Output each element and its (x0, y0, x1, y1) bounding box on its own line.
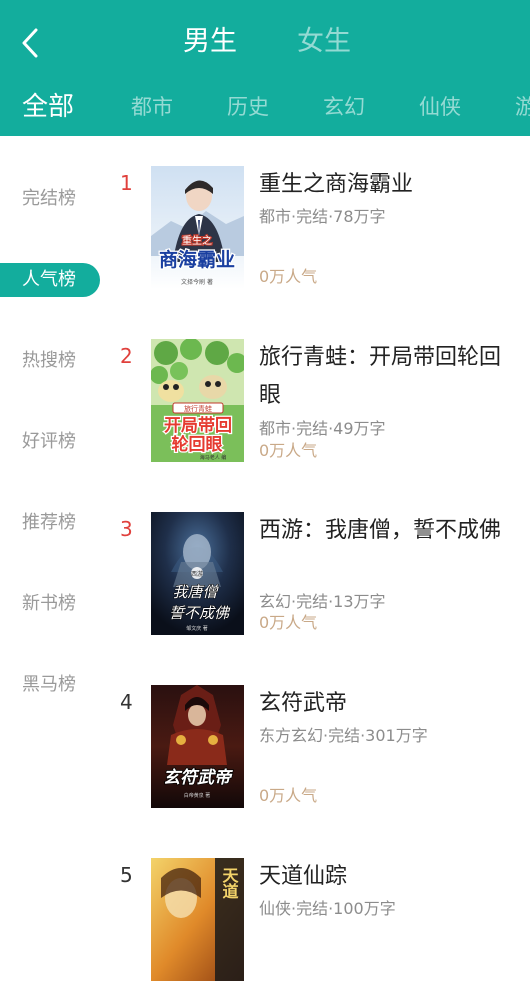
book-popularity: 0万人气 (259, 267, 318, 286)
book-meta: 东方玄幻·完结·301万字 (259, 726, 428, 745)
svg-text:誓不成佛: 誓不成佛 (169, 604, 231, 622)
book-meta: 都市·完结·78万字 (259, 207, 386, 226)
svg-text:我唐僧: 我唐僧 (172, 583, 219, 601)
rank-number: 1 (120, 171, 133, 195)
tab-xianxia[interactable]: 仙侠 (419, 84, 461, 130)
svg-text:重生之: 重生之 (182, 234, 212, 247)
list-item[interactable]: 5 天道 天道仙踪 仙侠·完结·100万字 (0, 858, 530, 1008)
book-title: 西游：我唐僧，誓不成佛 (259, 518, 502, 543)
book-popularity: 0万人气 (259, 441, 318, 460)
tab-female[interactable]: 女生 (297, 22, 351, 62)
svg-text:商海霸业: 商海霸业 (159, 248, 235, 271)
book-cover: 西游 我唐僧 誓不成佛 邹文庆 著 (151, 512, 244, 635)
svg-text:轮回眼: 轮回眼 (172, 434, 223, 455)
book-title: 天道仙踪 (259, 864, 348, 889)
book-title: 玄符武帝 (259, 691, 348, 716)
svg-text:开局带回: 开局带回 (164, 415, 232, 436)
tab-history[interactable]: 历史 (227, 84, 269, 130)
list-item[interactable]: 2 旅行青蛙 开局带回 轮回眼 海马老人 编 旅行青蛙：开局带回轮回眼 都市·完… (0, 339, 530, 489)
rank-number: 2 (120, 344, 133, 368)
svg-text:白帝黄泉 著: 白帝黄泉 著 (184, 792, 211, 799)
svg-text:天道: 天道 (220, 867, 239, 899)
book-meta: 都市·完结·49万字 (259, 419, 386, 438)
svg-text:西游: 西游 (191, 570, 203, 578)
tab-game[interactable]: 游 (515, 84, 530, 130)
svg-text:邹文庆 著: 邹文庆 著 (186, 625, 208, 632)
svg-text:旅行青蛙: 旅行青蛙 (184, 404, 212, 413)
list-item[interactable]: 1 重生之 商海霸业 文择今刷 著 重生之商海霸业 都市·完结·78万字 0万人… (0, 166, 530, 316)
tab-male[interactable]: 男生 (183, 22, 237, 62)
tab-all[interactable]: 全部 (22, 84, 74, 130)
book-popularity: 0万人气 (259, 786, 318, 805)
chevron-left-icon (22, 28, 38, 58)
book-cover: 玄符武帝 白帝黄泉 著 (151, 685, 244, 808)
svg-text:海马老人 编: 海马老人 编 (200, 454, 227, 461)
back-button[interactable] (18, 26, 48, 60)
book-meta: 仙侠·完结·100万字 (259, 899, 396, 918)
tab-urban[interactable]: 都市 (131, 84, 173, 130)
list-item[interactable]: 3 西游 我唐僧 誓不成佛 邹文庆 著 西游：我唐僧，誓不成佛 玄幻·完结·13… (0, 512, 530, 662)
book-cover: 旅行青蛙 开局带回 轮回眼 海马老人 编 (151, 339, 244, 462)
svg-text:文择今刷 著: 文择今刷 著 (181, 278, 213, 286)
book-popularity: 0万人气 (259, 613, 318, 632)
book-title: 旅行青蛙：开局带回轮回眼 (259, 345, 502, 408)
rank-number: 5 (120, 863, 133, 887)
list-item[interactable]: 4 玄符武帝 白帝黄泉 著 玄符武帝 东方玄幻·完结·301万字 0万人气 (0, 685, 530, 835)
book-cover: 重生之 商海霸业 文择今刷 著 (151, 166, 244, 289)
top-header: 男生 女生 全部 都市 历史 玄幻 仙侠 游 (0, 0, 530, 136)
rank-number: 4 (120, 690, 133, 714)
rank-number: 3 (120, 517, 133, 541)
svg-text:玄符武帝: 玄符武帝 (163, 768, 233, 788)
book-meta: 玄幻·完结·13万字 (259, 592, 386, 611)
book-title: 重生之商海霸业 (259, 172, 414, 197)
tab-fantasy[interactable]: 玄幻 (323, 84, 365, 130)
